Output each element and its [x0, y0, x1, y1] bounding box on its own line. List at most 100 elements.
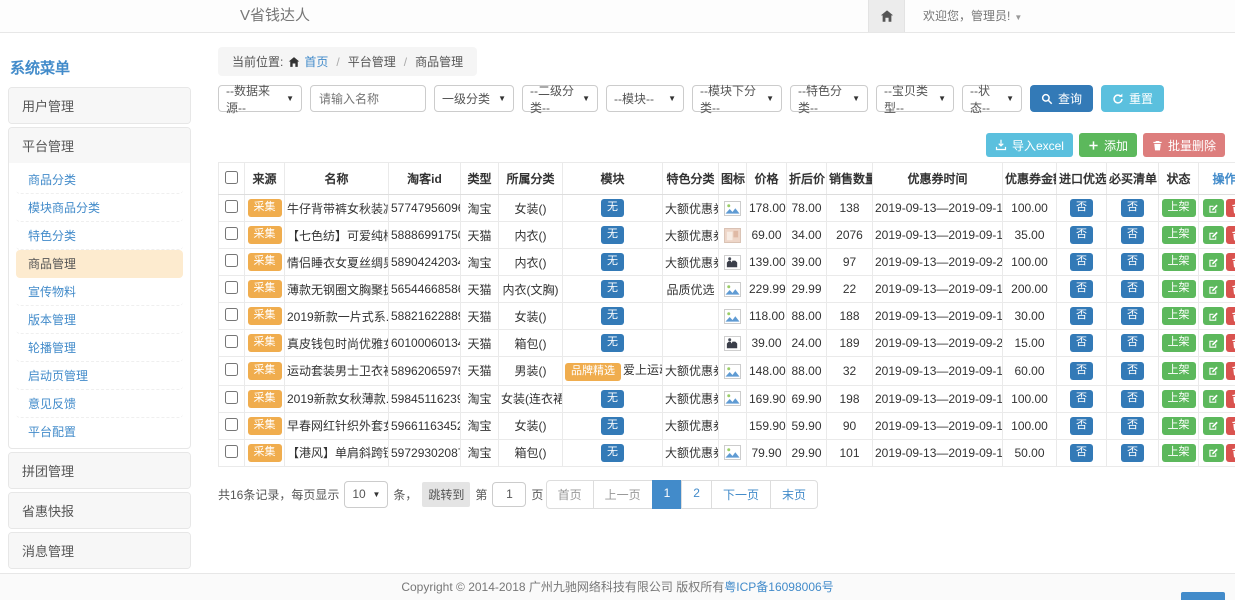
row-checkbox[interactable] — [225, 254, 238, 267]
jump-to-button[interactable]: 跳转到 — [422, 482, 470, 507]
edit-button[interactable] — [1203, 226, 1224, 244]
module-badge[interactable]: 无 — [601, 390, 624, 408]
must-buy-toggle[interactable]: 否 — [1121, 362, 1144, 380]
name-search-input[interactable] — [310, 85, 426, 112]
must-buy-toggle[interactable]: 否 — [1121, 307, 1144, 325]
import-select-toggle[interactable]: 否 — [1070, 280, 1093, 298]
import-select-toggle[interactable]: 否 — [1070, 362, 1093, 380]
reset-button[interactable]: 重置 — [1101, 85, 1164, 112]
row-checkbox[interactable] — [225, 363, 238, 376]
sidebar-section-header-2[interactable]: 拼团管理 — [9, 453, 190, 488]
module-badge[interactable]: 无 — [601, 199, 624, 217]
sidebar-section-header-0[interactable]: 用户管理 — [9, 88, 190, 123]
sidebar-item-宣传物料[interactable]: 宣传物料 — [16, 278, 183, 306]
delete-button[interactable] — [1226, 253, 1235, 271]
level1-category-select[interactable]: 一级分类▼ — [434, 85, 514, 112]
status-badge[interactable]: 上架 — [1162, 444, 1196, 462]
sidebar-item-特色分类[interactable]: 特色分类 — [16, 222, 183, 250]
must-buy-toggle[interactable]: 否 — [1121, 390, 1144, 408]
module-subcategory-select[interactable]: --模块下分类--▼ — [692, 85, 782, 112]
module-badge[interactable]: 无 — [601, 280, 624, 298]
status-badge[interactable]: 上架 — [1162, 417, 1196, 435]
home-button[interactable] — [868, 0, 905, 32]
row-checkbox[interactable] — [225, 418, 238, 431]
pager-item-首页[interactable]: 首页 — [546, 480, 594, 509]
sidebar-item-轮播管理[interactable]: 轮播管理 — [16, 334, 183, 362]
sidebar-item-启动页管理[interactable]: 启动页管理 — [16, 362, 183, 390]
delete-button[interactable] — [1226, 417, 1235, 435]
query-button[interactable]: 查询 — [1030, 85, 1093, 112]
must-buy-toggle[interactable]: 否 — [1121, 253, 1144, 271]
batch-delete-button[interactable]: 批量删除 — [1143, 133, 1225, 157]
sidebar-item-意见反馈[interactable]: 意见反馈 — [16, 390, 183, 418]
sidebar-item-模块商品分类[interactable]: 模块商品分类 — [16, 194, 183, 222]
delete-button[interactable] — [1226, 199, 1235, 217]
import-select-toggle[interactable]: 否 — [1070, 444, 1093, 462]
import-excel-button[interactable]: 导入excel — [986, 133, 1073, 157]
edit-button[interactable] — [1203, 280, 1224, 298]
row-checkbox[interactable] — [225, 308, 238, 321]
status-badge[interactable]: 上架 — [1162, 362, 1196, 380]
import-select-toggle[interactable]: 否 — [1070, 307, 1093, 325]
item-type-select[interactable]: --宝贝类型--▼ — [876, 85, 954, 112]
import-select-toggle[interactable]: 否 — [1070, 417, 1093, 435]
select-all-checkbox[interactable] — [225, 171, 238, 184]
pager-item-下一页[interactable]: 下一页 — [711, 480, 771, 509]
must-buy-toggle[interactable]: 否 — [1121, 444, 1144, 462]
import-select-toggle[interactable]: 否 — [1070, 334, 1093, 352]
import-select-toggle[interactable]: 否 — [1070, 199, 1093, 217]
edit-button[interactable] — [1203, 417, 1224, 435]
breadcrumb-home-link[interactable]: 首页 — [288, 53, 328, 70]
must-buy-toggle[interactable]: 否 — [1121, 280, 1144, 298]
row-checkbox[interactable] — [225, 445, 238, 458]
row-checkbox[interactable] — [225, 391, 238, 404]
user-menu[interactable]: 欢迎您，管理员!▼ — [905, 0, 1022, 32]
row-checkbox[interactable] — [225, 281, 238, 294]
module-badge[interactable]: 无 — [601, 307, 624, 325]
sidebar-section-header-4[interactable]: 消息管理 — [9, 533, 190, 568]
delete-button[interactable] — [1226, 280, 1235, 298]
feature-category-select[interactable]: --特色分类--▼ — [790, 85, 868, 112]
module-select[interactable]: --模块--▼ — [606, 85, 684, 112]
module-badge[interactable]: 无 — [601, 334, 624, 352]
edit-button[interactable] — [1203, 444, 1224, 462]
per-page-select[interactable]: 10▼ — [344, 481, 388, 508]
must-buy-toggle[interactable]: 否 — [1121, 334, 1144, 352]
row-checkbox[interactable] — [225, 227, 238, 240]
status-badge[interactable]: 上架 — [1162, 307, 1196, 325]
import-select-toggle[interactable]: 否 — [1070, 253, 1093, 271]
sidebar-item-平台配置[interactable]: 平台配置 — [16, 418, 183, 445]
sidebar-item-商品分类[interactable]: 商品分类 — [16, 166, 183, 194]
back-to-top-button[interactable] — [1181, 592, 1225, 600]
module-badge[interactable]: 无 — [601, 253, 624, 271]
edit-button[interactable] — [1203, 390, 1224, 408]
level2-category-select[interactable]: --二级分类--▼ — [522, 85, 598, 112]
row-checkbox[interactable] — [225, 200, 238, 213]
status-badge[interactable]: 上架 — [1162, 226, 1196, 244]
status-badge[interactable]: 上架 — [1162, 280, 1196, 298]
sidebar-item-商品管理[interactable]: 商品管理 — [16, 250, 183, 278]
pager-item-末页[interactable]: 末页 — [770, 480, 818, 509]
module-badge[interactable]: 无 — [601, 226, 624, 244]
sidebar-item-版本管理[interactable]: 版本管理 — [16, 306, 183, 334]
must-buy-toggle[interactable]: 否 — [1121, 417, 1144, 435]
status-badge[interactable]: 上架 — [1162, 334, 1196, 352]
delete-button[interactable] — [1226, 307, 1235, 325]
pager-item-1[interactable]: 1 — [652, 480, 683, 509]
page-number-input[interactable] — [492, 482, 526, 507]
status-select[interactable]: --状态--▼ — [962, 85, 1022, 112]
must-buy-toggle[interactable]: 否 — [1121, 199, 1144, 217]
module-badge[interactable]: 无 — [601, 417, 624, 435]
delete-button[interactable] — [1226, 444, 1235, 462]
import-select-toggle[interactable]: 否 — [1070, 390, 1093, 408]
status-badge[interactable]: 上架 — [1162, 390, 1196, 408]
icp-link[interactable]: 粤ICP备16098006号 — [724, 580, 833, 594]
edit-button[interactable] — [1203, 307, 1224, 325]
must-buy-toggle[interactable]: 否 — [1121, 226, 1144, 244]
delete-button[interactable] — [1226, 226, 1235, 244]
edit-button[interactable] — [1203, 253, 1224, 271]
pager-item-上一页[interactable]: 上一页 — [593, 480, 653, 509]
delete-button[interactable] — [1226, 390, 1235, 408]
import-select-toggle[interactable]: 否 — [1070, 226, 1093, 244]
delete-button[interactable] — [1226, 362, 1235, 380]
